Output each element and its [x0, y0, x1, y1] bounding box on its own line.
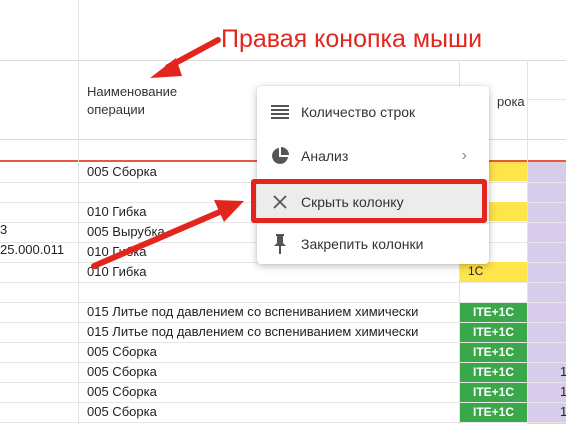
- arrow-to-menu-item: [91, 200, 244, 269]
- arrow-to-header: [150, 37, 221, 78]
- annotation-arrows: [91, 37, 244, 269]
